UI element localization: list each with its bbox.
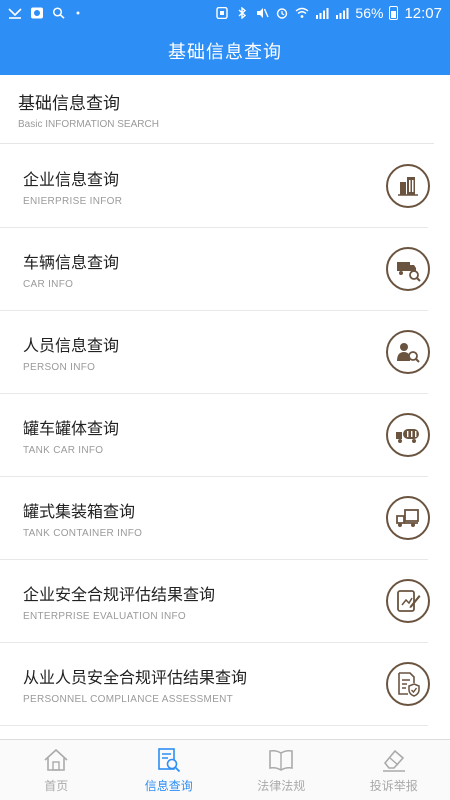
bottom-nav: 首页 信息查询 法律法规 投诉举报 xyxy=(0,739,450,800)
status-right-icons: 56% 12:07 xyxy=(215,5,442,22)
mute-icon xyxy=(257,8,270,18)
status-bar: 56% 12:07 xyxy=(0,0,450,26)
app-notification-icon xyxy=(31,7,43,19)
shield-document-icon xyxy=(386,662,430,706)
list-item-subtitle: PERSON INFO xyxy=(23,361,96,373)
nav-home[interactable]: 首页 xyxy=(0,740,113,800)
list-item-title: 企业信息查询 xyxy=(23,169,120,189)
list-item-title: 从业人员安全合规评估结果查询 xyxy=(23,667,248,687)
nav-label: 法律法规 xyxy=(257,778,306,793)
list-item-text: 企业信息查询 ENIERPRISE INFOR xyxy=(23,166,386,207)
list-item-text: 企业安全合规评估结果查询 ENTERPRISE EVALUATION INFO xyxy=(23,581,386,622)
eraser-icon xyxy=(382,749,405,772)
wifi-icon xyxy=(295,7,309,18)
list-item-subtitle: TANK CAR INFO xyxy=(23,444,104,456)
section-title: 基础信息查询 Basic INFORMATION SEARCH xyxy=(0,75,434,144)
section-header: 基础信息查询 Basic INFORMATION SEARCH xyxy=(0,75,450,144)
edit-document-icon xyxy=(386,579,430,623)
list-item-personnel-assessment[interactable]: 从业人员安全合规评估结果查询 PERSONNEL COMPLIANCE ASSE… xyxy=(0,643,430,726)
query-list: 企业信息查询 ENIERPRISE INFOR 车辆信息查询 CAR INFO … xyxy=(0,145,450,726)
list-item-text: 车辆信息查询 CAR INFO xyxy=(23,249,386,290)
list-item-title: 罐式集装箱查询 xyxy=(23,501,136,521)
list-item-text: 罐式集装箱查询 TANK CONTAINER INFO xyxy=(23,498,386,539)
list-item-title: 人员信息查询 xyxy=(23,335,120,355)
signal-icon xyxy=(316,8,329,19)
list-item-subtitle: PERSONNEL COMPLIANCE ASSESSMENT xyxy=(23,693,234,705)
list-item-tank-car[interactable]: 罐车罐体查询 TANK CAR INFO xyxy=(0,394,430,477)
search-icon xyxy=(52,7,65,19)
alarm-icon xyxy=(277,8,288,19)
missed-call-icon xyxy=(8,8,22,19)
truck-search-icon xyxy=(386,247,430,291)
nav-laws[interactable]: 法律法规 xyxy=(225,740,338,800)
list-item-subtitle: ENIERPRISE INFOR xyxy=(23,195,123,207)
nav-label: 首页 xyxy=(44,778,69,793)
page-title: 基础信息查询 xyxy=(168,41,282,63)
home-icon xyxy=(44,748,68,771)
section-title-cn: 基础信息查询 xyxy=(18,94,120,114)
nav-label: 信息查询 xyxy=(144,778,193,793)
list-item-subtitle: ENTERPRISE EVALUATION INFO xyxy=(23,610,187,622)
list-item-title: 罐车罐体查询 xyxy=(23,418,120,438)
nav-label: 投诉举报 xyxy=(369,778,418,793)
list-item-text: 人员信息查询 PERSON INFO xyxy=(23,332,386,373)
person-search-icon xyxy=(386,330,430,374)
building-icon xyxy=(386,164,430,208)
list-item-vehicle[interactable]: 车辆信息查询 CAR INFO xyxy=(0,228,430,311)
battery-percent: 56% xyxy=(355,5,384,21)
list-item-subtitle: CAR INFO xyxy=(23,278,74,290)
app-header: 基础信息查询 xyxy=(0,26,450,75)
nav-complaint[interactable]: 投诉举报 xyxy=(338,740,450,800)
list-item-text: 罐车罐体查询 TANK CAR INFO xyxy=(23,415,386,456)
info-search-icon xyxy=(157,747,180,772)
tank-truck-icon xyxy=(386,413,430,457)
section-title-en: Basic INFORMATION SEARCH xyxy=(18,119,159,130)
list-item-enterprise-evaluation[interactable]: 企业安全合规评估结果查询 ENTERPRISE EVALUATION INFO xyxy=(0,560,430,643)
list-item-text: 从业人员安全合规评估结果查询 PERSONNEL COMPLIANCE ASSE… xyxy=(23,664,386,705)
nav-info-search[interactable]: 信息查询 xyxy=(113,740,226,800)
list-item-tank-container[interactable]: 罐式集装箱查询 TANK CONTAINER INFO xyxy=(0,477,430,560)
book-icon xyxy=(269,749,294,771)
bluetooth-icon xyxy=(238,7,247,19)
status-left-icons xyxy=(8,7,88,19)
list-item-title: 车辆信息查询 xyxy=(23,252,120,272)
list-item-subtitle: TANK CONTAINER INFO xyxy=(23,527,143,539)
dot-icon xyxy=(76,11,80,15)
list-item-title: 企业安全合规评估结果查询 xyxy=(23,584,216,604)
battery-icon xyxy=(389,6,399,20)
container-truck-icon xyxy=(386,496,430,540)
list-item-enterprise[interactable]: 企业信息查询 ENIERPRISE INFOR xyxy=(0,145,430,228)
signal-icon xyxy=(336,8,349,19)
nfc-icon xyxy=(216,7,229,19)
clock: 12:07 xyxy=(404,4,442,22)
list-item-person[interactable]: 人员信息查询 PERSON INFO xyxy=(0,311,430,394)
